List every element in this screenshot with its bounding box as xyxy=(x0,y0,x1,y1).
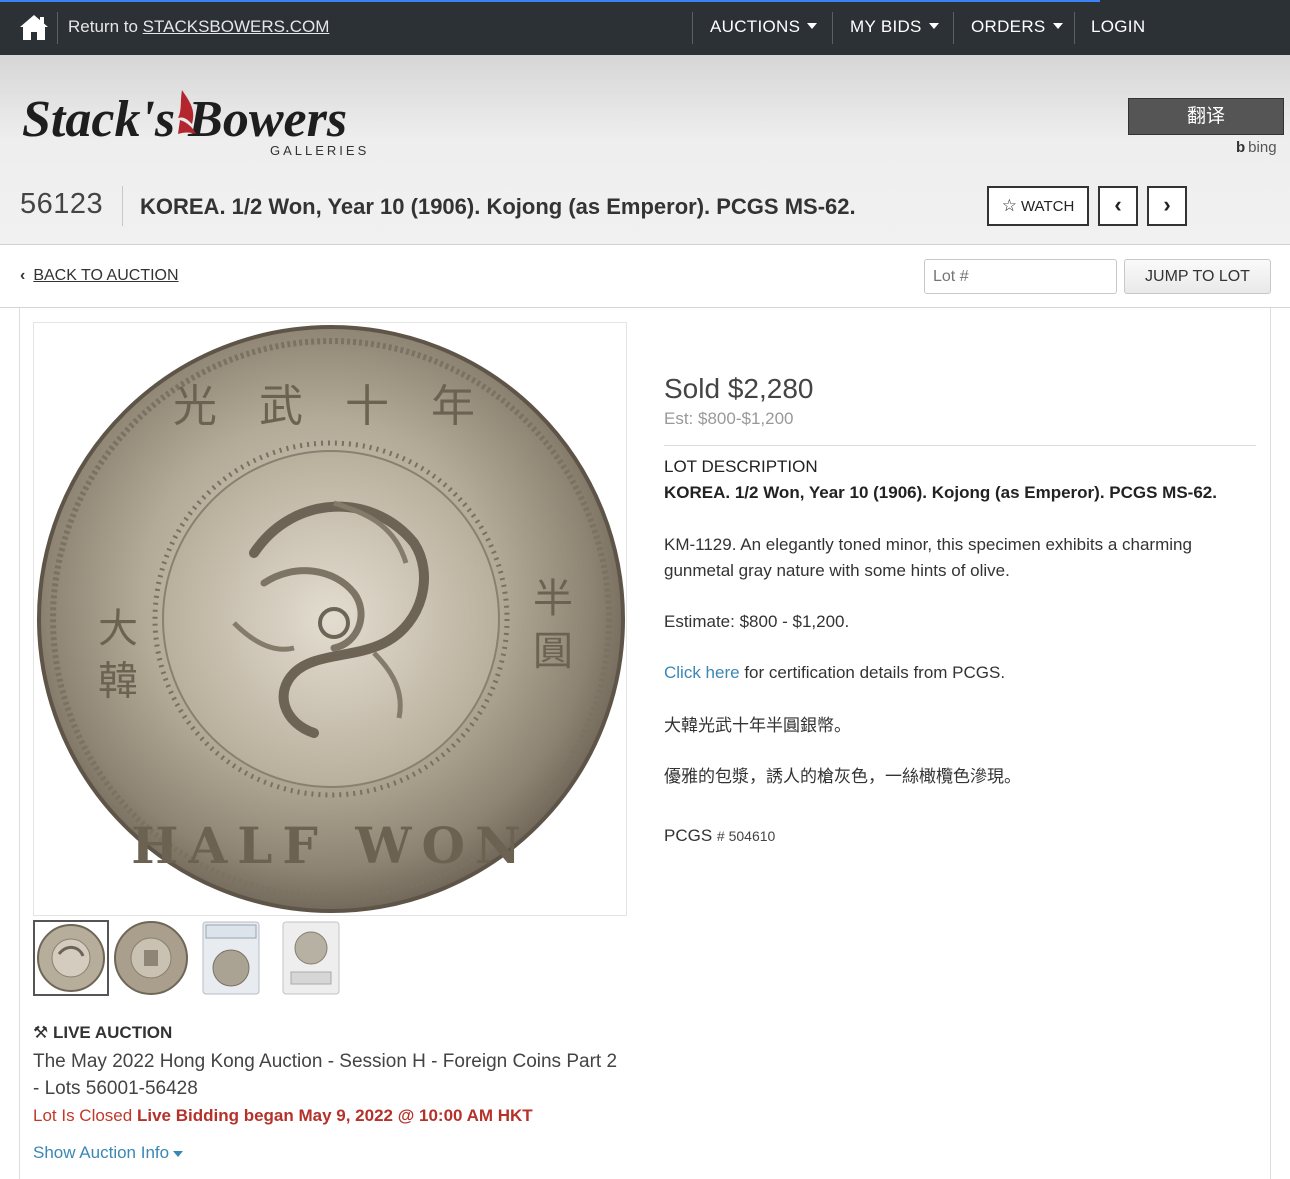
star-icon: ☆ xyxy=(1001,196,1017,215)
lot-navigation-row: ‹ BACK TO AUCTION JUMP TO LOT xyxy=(0,245,1290,308)
divider xyxy=(953,12,954,44)
bing-label: bing xyxy=(1248,139,1277,156)
lot-estimate-line: Estimate: $800 - $1,200. xyxy=(664,612,850,631)
coin-legend-bottom: HALF WON xyxy=(131,816,531,875)
slab-thumbnail-icon xyxy=(202,921,260,995)
watch-button[interactable]: ☆ WATCH xyxy=(987,186,1089,226)
show-auction-info-toggle[interactable]: Show Auction Info xyxy=(33,1143,184,1163)
jump-to-lot-button[interactable]: JUMP TO LOT xyxy=(1124,259,1271,294)
pcgs-number: PCGS # 504610 xyxy=(664,826,775,846)
nav-auctions[interactable]: AUCTIONS xyxy=(710,17,818,37)
return-prefix: Return to xyxy=(68,17,143,36)
back-to-auction-link[interactable]: ‹ BACK TO AUCTION xyxy=(20,267,179,285)
home-icon[interactable] xyxy=(18,12,50,42)
logo-subtitle: GALLERIES xyxy=(270,143,369,158)
lot-number: 56123 xyxy=(20,188,104,220)
lot-description-title: KOREA. 1/2 Won, Year 10 (1906). Kojong (… xyxy=(664,483,1217,502)
slab-thumbnail-icon xyxy=(282,921,340,995)
coin-obverse-image: 光 武 十 年 大 韓 半 圓 HALF WON xyxy=(37,325,625,913)
caret-down-icon xyxy=(173,1150,184,1157)
caret-down-icon xyxy=(928,22,939,29)
caret-down-icon xyxy=(1052,22,1063,29)
previous-lot-button[interactable]: ‹ xyxy=(1098,186,1138,226)
top-nav-bar: Return to STACKSBOWERS.COM AUCTIONS MY B… xyxy=(0,0,1290,55)
estimate-range: Est: $800-$1,200 xyxy=(664,409,794,428)
divider xyxy=(122,186,123,226)
main-lot-image[interactable]: 光 武 十 年 大 韓 半 圓 HALF WON xyxy=(33,322,627,916)
bing-icon: b xyxy=(1236,139,1246,156)
bing-attribution: b bing xyxy=(1236,139,1277,156)
gavel-icon: ⚒ xyxy=(33,1023,49,1042)
pcgs-label: PCGS xyxy=(664,826,713,845)
stacksbowers-link[interactable]: STACKSBOWERS.COM xyxy=(143,17,330,36)
nav-my-bids[interactable]: MY BIDS xyxy=(850,17,939,37)
translate-button[interactable]: 翻译 xyxy=(1128,98,1284,135)
coin-legend-right: 半 圓 xyxy=(526,577,572,670)
lot-title: KOREA. 1/2 Won, Year 10 (1906). Kojong (… xyxy=(140,194,856,219)
sold-price: Sold $2,280 xyxy=(664,373,814,404)
chevron-right-icon: › xyxy=(1163,192,1171,217)
coin-thumbnail-icon xyxy=(37,924,105,992)
cert-text: for certification details from PCGS. xyxy=(739,663,1006,682)
nav-orders-label: ORDERS xyxy=(971,17,1046,36)
lot-number-input[interactable] xyxy=(924,259,1117,294)
page-load-progress xyxy=(0,0,1100,2)
stacks-bowers-logo[interactable]: Stack's Bowers GALLERIES xyxy=(20,80,380,160)
pcgs-cert-link[interactable]: Click here xyxy=(664,663,740,682)
nav-orders[interactable]: ORDERS xyxy=(971,17,1063,37)
auction-type: LIVE AUCTION xyxy=(52,1023,173,1042)
divider xyxy=(664,445,1256,446)
lot-status: Lot Is Closed Live Bidding began May 9, … xyxy=(33,1106,533,1126)
thumbnail-slab-front[interactable] xyxy=(193,920,269,996)
watch-label: WATCH xyxy=(1020,198,1075,215)
return-link[interactable]: Return to STACKSBOWERS.COM xyxy=(68,17,329,37)
caret-down-icon xyxy=(807,22,818,29)
show-auction-info-label: Show Auction Info xyxy=(33,1143,170,1162)
pcgs-number-value: # 504610 xyxy=(716,828,776,844)
lot-description-heading: LOT DESCRIPTION xyxy=(664,457,818,476)
lot-closed-text: Lot Is Closed xyxy=(33,1106,133,1125)
coin-legend-top: 光 武 十 年 xyxy=(173,381,489,432)
back-label: BACK TO AUCTION xyxy=(33,267,179,284)
nav-auctions-label: AUCTIONS xyxy=(710,17,801,36)
next-lot-button[interactable]: › xyxy=(1147,186,1187,226)
divider xyxy=(692,12,693,44)
auction-name: The May 2022 Hong Kong Auction - Session… xyxy=(33,1051,618,1099)
thumbnail-reverse[interactable] xyxy=(113,920,189,996)
divider xyxy=(57,12,58,44)
coin-thumbnail-icon xyxy=(114,921,188,995)
chevron-left-icon: ‹ xyxy=(20,267,26,284)
thumbnail-slab-back[interactable] xyxy=(273,920,349,996)
nav-login[interactable]: LOGIN xyxy=(1091,17,1145,37)
chinese-description-1: 大韓光武十年半圓銀幣。 xyxy=(664,716,851,736)
thumbnail-obverse[interactable] xyxy=(33,920,109,996)
live-auction-label: ⚒ LIVE AUCTION xyxy=(33,1023,172,1043)
nav-my-bids-label: MY BIDS xyxy=(850,17,922,36)
live-bidding-date: Live Bidding began May 9, 2022 @ 10:00 A… xyxy=(136,1106,533,1125)
chevron-left-icon: ‹ xyxy=(1114,192,1122,217)
divider xyxy=(1074,12,1075,44)
lot-description-body: KM-1129. An elegantly toned minor, this … xyxy=(664,535,1192,580)
divider xyxy=(832,12,833,44)
chinese-description-2: 優雅的包漿，誘人的槍灰色，一絲橄欖色滲現。 xyxy=(664,767,1021,787)
coin-legend-left: 大 韓 xyxy=(91,607,137,700)
certification-line: Click here for certification details fro… xyxy=(664,660,1256,686)
header-band: Stack's Bowers GALLERIES 翻译 b bing 56123 … xyxy=(0,55,1290,245)
